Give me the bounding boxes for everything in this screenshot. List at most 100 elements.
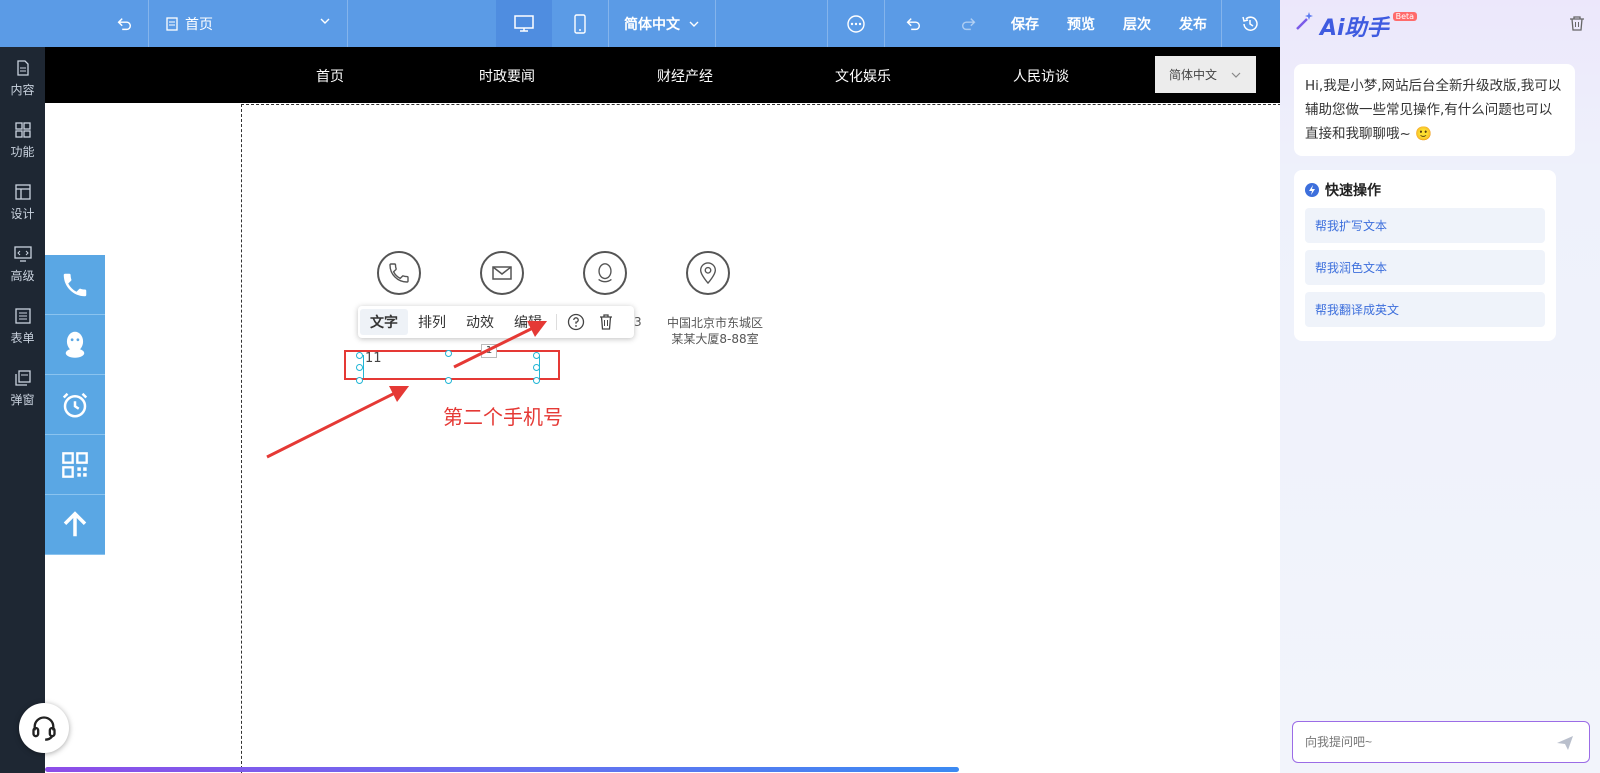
sidebar-item-function[interactable]: 功能 — [0, 109, 45, 171]
undo-button[interactable] — [885, 0, 941, 47]
edit-canvas[interactable]: 首页 时政要闻 财经产经 文化娱乐 人民访谈 简体中文 3 中国北京市东城区 某… — [45, 47, 1280, 773]
preview-button[interactable]: 预览 — [1053, 0, 1109, 47]
chevron-down-icon — [689, 21, 699, 27]
arrow-up-icon — [63, 510, 87, 536]
chevron-down-icon — [1231, 72, 1241, 78]
ai-assistant-panel: Ai助手 Beta Hi,我是小梦,网站后台全新升级改版,我可以辅助您做一些常见… — [1280, 0, 1600, 773]
more-icon — [847, 14, 865, 33]
contact-location-icon[interactable] — [686, 251, 730, 295]
mobile-view-button[interactable] — [552, 0, 608, 47]
resize-handle[interactable] — [445, 377, 452, 384]
contact-mail-icon[interactable] — [480, 251, 524, 295]
ai-greeting-bubble: Hi,我是小梦,网站后台全新升级改版,我可以辅助您做一些常见操作,有什么问题也可… — [1294, 64, 1575, 156]
page-name: 首页 — [185, 16, 213, 33]
page-icon — [166, 16, 178, 31]
ai-chat-input-box — [1292, 721, 1590, 763]
resize-handle[interactable] — [533, 352, 540, 359]
annotation-label: 第二个手机号 — [443, 405, 563, 429]
popup-icon — [14, 369, 31, 386]
publish-button[interactable]: 发布 — [1165, 0, 1221, 47]
element-index-tag: 1 — [481, 344, 497, 358]
site-nav: 首页 时政要闻 财经产经 文化娱乐 人民访谈 简体中文 — [45, 47, 1280, 103]
resize-handle[interactable] — [533, 364, 540, 371]
magic-wand-icon — [1296, 12, 1313, 30]
editor-root: 首页 简体中文 保存 预览 层次 发布 内容 功能 设计 高级 表单 弹窗 首页… — [0, 0, 1600, 773]
resize-handle[interactable] — [533, 377, 540, 384]
sidebar-item-advanced[interactable]: 高级 — [0, 233, 45, 295]
redo-icon — [961, 17, 976, 30]
site-nav-item[interactable]: 时政要闻 — [479, 66, 535, 86]
site-nav-item[interactable]: 人民访谈 — [1013, 66, 1069, 86]
element-toolbar: 文字 排列 动效 编辑 — [358, 306, 634, 338]
headset-icon — [32, 716, 56, 741]
edit-tab[interactable]: 编辑 — [504, 309, 552, 335]
more-button[interactable] — [828, 0, 884, 47]
save-button[interactable]: 保存 — [997, 0, 1053, 47]
quick-action-translate[interactable]: 帮我翻译成英文 — [1305, 292, 1545, 327]
quick-actions-title: 快速操作 — [1305, 180, 1545, 200]
animation-tab[interactable]: 动效 — [456, 309, 504, 335]
selected-text-value: 11 — [365, 351, 382, 366]
sidebar-item-design[interactable]: 设计 — [0, 171, 45, 233]
desktop-view-button[interactable] — [496, 0, 552, 47]
resize-handle[interactable] — [445, 350, 452, 357]
contact-phone-icon[interactable] — [377, 251, 421, 295]
arrange-tab[interactable]: 排列 — [408, 309, 456, 335]
grid-icon — [14, 121, 31, 138]
ai-chat-input[interactable] — [1305, 735, 1545, 749]
redo-button[interactable] — [941, 0, 997, 47]
sidebar-item-form[interactable]: 表单 — [0, 295, 45, 357]
help-icon[interactable] — [561, 309, 591, 335]
quick-action-polish[interactable]: 帮我润色文本 — [1305, 250, 1545, 285]
sidebar-item-popup[interactable]: 弹窗 — [0, 357, 45, 419]
layout-icon — [14, 183, 31, 200]
form-icon — [14, 307, 31, 324]
qrcode-icon — [62, 451, 88, 478]
resize-handle[interactable] — [356, 352, 363, 359]
float-back-to-top-button[interactable] — [45, 495, 105, 555]
loading-progress-bar — [45, 767, 959, 772]
back-icon[interactable] — [100, 0, 148, 47]
floating-contact-bar — [45, 255, 105, 555]
send-icon[interactable] — [1555, 733, 1575, 756]
site-nav-item[interactable]: 财经产经 — [657, 66, 713, 86]
quick-actions-card: 快速操作 帮我扩写文本 帮我润色文本 帮我翻译成英文 — [1294, 170, 1556, 341]
left-sidebar: 内容 功能 设计 高级 表单 弹窗 — [0, 47, 45, 773]
site-nav-item[interactable]: 文化娱乐 — [835, 66, 891, 86]
phone-icon — [63, 273, 87, 296]
history-icon — [1242, 15, 1258, 31]
site-nav-item[interactable]: 首页 — [316, 66, 344, 86]
page-selector[interactable]: 首页 — [149, 0, 347, 47]
clear-chat-icon[interactable] — [1568, 14, 1586, 36]
contact-qq-icon[interactable] — [583, 251, 627, 295]
smile-emoji-icon: 🙂 — [1415, 126, 1432, 142]
float-phone-button[interactable] — [45, 255, 105, 315]
site-language-select[interactable]: 简体中文 — [1155, 56, 1256, 93]
resize-handle[interactable] — [356, 377, 363, 384]
ai-title: Ai助手 — [1320, 16, 1389, 41]
code-icon — [13, 245, 32, 262]
beta-badge: Beta — [1392, 12, 1418, 21]
customer-support-button[interactable] — [19, 703, 69, 753]
contact-text-partial: 3 — [634, 315, 642, 329]
mobile-icon — [574, 13, 586, 34]
lightning-icon — [1305, 183, 1319, 197]
editor-language-select[interactable]: 简体中文 — [609, 0, 715, 47]
qq-icon — [65, 331, 85, 358]
content-area-frame — [241, 104, 1280, 773]
sidebar-item-content[interactable]: 内容 — [0, 47, 45, 109]
float-qq-button[interactable] — [45, 315, 105, 375]
layers-button[interactable]: 层次 — [1109, 0, 1165, 47]
content-icon — [16, 59, 29, 76]
quick-action-expand[interactable]: 帮我扩写文本 — [1305, 208, 1545, 243]
history-button[interactable] — [1222, 0, 1278, 47]
resize-handle[interactable] — [356, 364, 363, 371]
text-tab[interactable]: 文字 — [360, 309, 408, 335]
desktop-icon — [514, 14, 534, 32]
contact-address: 中国北京市东城区 某某大厦8-88室 — [666, 316, 763, 346]
alarm-clock-icon — [62, 392, 88, 417]
undo-icon — [906, 17, 921, 30]
float-alarm-button[interactable] — [45, 375, 105, 435]
float-qrcode-button[interactable] — [45, 435, 105, 495]
delete-icon[interactable] — [591, 309, 621, 335]
